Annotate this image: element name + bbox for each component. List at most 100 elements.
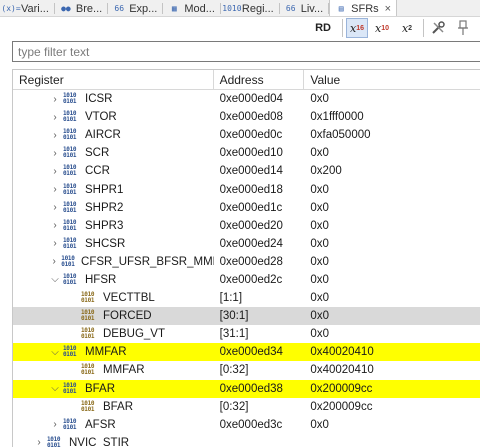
register-icon: 1010 0101 (63, 110, 77, 124)
pin-button[interactable] (452, 18, 474, 38)
register-cell: ⌵ 1010 0101 MMFAR (13, 343, 214, 361)
value-cell[interactable]: 0x40020410 (304, 343, 480, 361)
value-cell[interactable]: 0x0 (304, 144, 480, 162)
table-row[interactable]: › 1010 0101 VTOR 0xe000ed08 0x1fff0000 (13, 108, 480, 126)
tab-modules[interactable]: ▦ Mod... (163, 0, 220, 16)
column-header-address[interactable]: Address (214, 70, 305, 90)
address-cell: 0xe000ed0c (219, 129, 283, 142)
address-cell: 0xe000ed3c (219, 418, 283, 431)
close-icon[interactable]: × (385, 3, 391, 15)
value-cell[interactable]: 0x0 (304, 271, 480, 289)
table-row[interactable]: › 1010 0101 SHPR2 0xe000ed1c 0x0 (13, 199, 480, 217)
tab-live-expressions[interactable]: 66 Liv... (280, 0, 328, 16)
table-row[interactable]: 1010 0101 BFAR [0:32] 0x200009cc (13, 398, 480, 416)
address-cell: [0:32] (219, 364, 249, 377)
chevron-right-icon[interactable]: › (49, 130, 61, 141)
value-cell[interactable]: 0x0 (304, 325, 480, 343)
chevron-right-icon[interactable]: › (49, 166, 61, 177)
table-row[interactable]: › 1010 0101 AIRCR 0xe000ed0c 0xfa050000 (13, 126, 480, 144)
tab-registers[interactable]: 1010 Regi... (221, 0, 279, 16)
column-header-register[interactable]: Register (13, 70, 214, 90)
value-cell[interactable]: 0x0 (304, 416, 480, 434)
address-cell: 0xe000ed24 (219, 237, 283, 250)
register-cell: 1010 0101 FORCED (13, 307, 214, 325)
address-cell: 0xe000ed2c (219, 273, 283, 286)
chevron-right-icon[interactable]: › (33, 437, 45, 447)
table-row[interactable]: ⌵ 1010 0101 HFSR 0xe000ed2c 0x0 (13, 271, 480, 289)
table-row[interactable]: ›10100101 CFSR_UFSR_BFSR_MMFSR 0xe000ed28 0… (13, 253, 480, 271)
value-cell[interactable]: 0x0 (304, 289, 480, 307)
value-cell[interactable]: 0x0 (304, 180, 480, 198)
address-cell: 0xe000ed34 (219, 346, 283, 359)
value-cell[interactable]: 0x200009cc (304, 380, 480, 398)
tab-label: Vari... (21, 2, 49, 15)
table-row[interactable]: › 1010 0101 ICSR 0xe000ed04 0x0 (13, 90, 480, 108)
table-row[interactable]: › 1010 0101 SCR 0xe000ed10 0x0 (13, 144, 480, 162)
table-row[interactable]: 1010 0101 VECTTBL [1:1] 0x0 (13, 289, 480, 307)
value-cell[interactable]: 0x0 (304, 90, 480, 108)
tab-x-equals[interactable]: (x)= Vari... (0, 0, 54, 16)
column-header-value[interactable]: Value (304, 70, 480, 90)
chevron-down-icon[interactable]: ⌵ (49, 383, 61, 394)
table-row[interactable]: 1010 0101 MMFAR [0:32] 0x40020410 (13, 361, 480, 379)
chevron-right-icon[interactable]: › (49, 148, 61, 159)
value-cell[interactable]: 0x200009cc (304, 398, 480, 416)
value-cell[interactable]: 0x0 (304, 253, 480, 271)
address-cell: 0xe000ed28 (219, 255, 283, 268)
registers-icon: 1010 (222, 3, 242, 13)
table-row[interactable]: › 1010 0101 AFSR 0xe000ed3c 0x0 (13, 416, 480, 434)
register-icon: 1010 0101 (63, 200, 77, 214)
table-row[interactable]: › 1010 0101 SHPR1 0xe000ed18 0x0 (13, 180, 480, 198)
chevron-right-icon[interactable]: › (49, 256, 59, 267)
tab-sfrs[interactable]: ▤ SFRs × (329, 0, 398, 16)
chevron-right-icon[interactable]: › (49, 94, 61, 105)
hex-format-button[interactable]: x 16 (346, 18, 368, 38)
register-icon: 1010 0101 (63, 272, 77, 286)
chevron-right-icon[interactable]: › (49, 112, 61, 123)
table-row[interactable]: ⌵ 1010 0101 BFAR 0xe000ed38 0x200009cc (13, 379, 480, 398)
register-cell: 1010 0101 VECTTBL (13, 289, 214, 307)
tab-label: Regi... (241, 2, 274, 15)
chevron-right-icon[interactable]: › (49, 202, 61, 213)
binary-format-button[interactable]: x2 (396, 18, 418, 38)
address-cell: 0xe000ed14 (219, 165, 283, 178)
chevron-down-icon[interactable]: ⌵ (49, 347, 61, 358)
value-cell[interactable] (304, 434, 480, 447)
table-row[interactable]: › 1010 0101 NVIC_STIR (13, 434, 480, 447)
value-cell[interactable]: 0x0 (304, 199, 480, 217)
dec-base-label: 10 (381, 24, 389, 32)
register-cell: › 1010 0101 AFSR (13, 416, 214, 434)
register-icon: 1010 0101 (63, 236, 77, 250)
decimal-format-button[interactable]: x 10 (371, 18, 393, 38)
bitfield-icon: 1010 0101 (81, 309, 95, 323)
table-row[interactable]: › 1010 0101 SHPR3 0xe000ed20 0x0 (13, 217, 480, 235)
table-row[interactable]: 1010 0101 FORCED [30:1] 0x0 (13, 307, 480, 326)
filter-input[interactable] (18, 44, 480, 59)
value-cell[interactable]: 0x40020410 (304, 361, 480, 379)
table-row[interactable]: › 1010 0101 SHCSR 0xe000ed24 0x0 (13, 235, 480, 253)
chevron-right-icon[interactable]: › (49, 419, 61, 430)
value-cell[interactable]: 0xfa050000 (304, 126, 480, 144)
table-row[interactable]: ⌵ 1010 0101 MMFAR 0xe000ed34 0x40020410 (13, 343, 480, 362)
register-cell: › 1010 0101 SHPR2 (13, 199, 214, 217)
value-cell[interactable]: 0x1fff0000 (304, 108, 480, 126)
register-name: NVIC_STIR (69, 436, 130, 447)
value-cell[interactable]: 0x0 (304, 217, 480, 235)
tab-expressions[interactable]: 66 Exp... (108, 0, 162, 16)
table-row[interactable]: 1010 0101 DEBUG_VT [31:1] 0x0 (13, 325, 480, 343)
chevron-right-icon[interactable]: › (49, 184, 61, 195)
tab-breakpoints[interactable]: ●● Bre... (55, 0, 107, 16)
value-cell[interactable]: 0x200 (304, 162, 480, 180)
table-row[interactable]: › 1010 0101 CCR 0xe000ed14 0x200 (13, 162, 480, 180)
chevron-right-icon[interactable]: › (49, 220, 61, 231)
chevron-down-icon[interactable]: ⌵ (49, 274, 61, 285)
chevron-right-icon[interactable]: › (49, 238, 61, 249)
modules-icon: ▦ (171, 3, 177, 13)
bitfield-icon: 1010 0101 (81, 327, 95, 341)
configure-button[interactable] (427, 18, 449, 38)
filter-field[interactable] (12, 41, 480, 62)
value-cell[interactable]: 0x0 (304, 235, 480, 253)
read-button[interactable]: RD (309, 18, 337, 38)
register-cell: 1010 0101 BFAR (13, 398, 214, 416)
value-cell[interactable]: 0x0 (304, 307, 480, 325)
